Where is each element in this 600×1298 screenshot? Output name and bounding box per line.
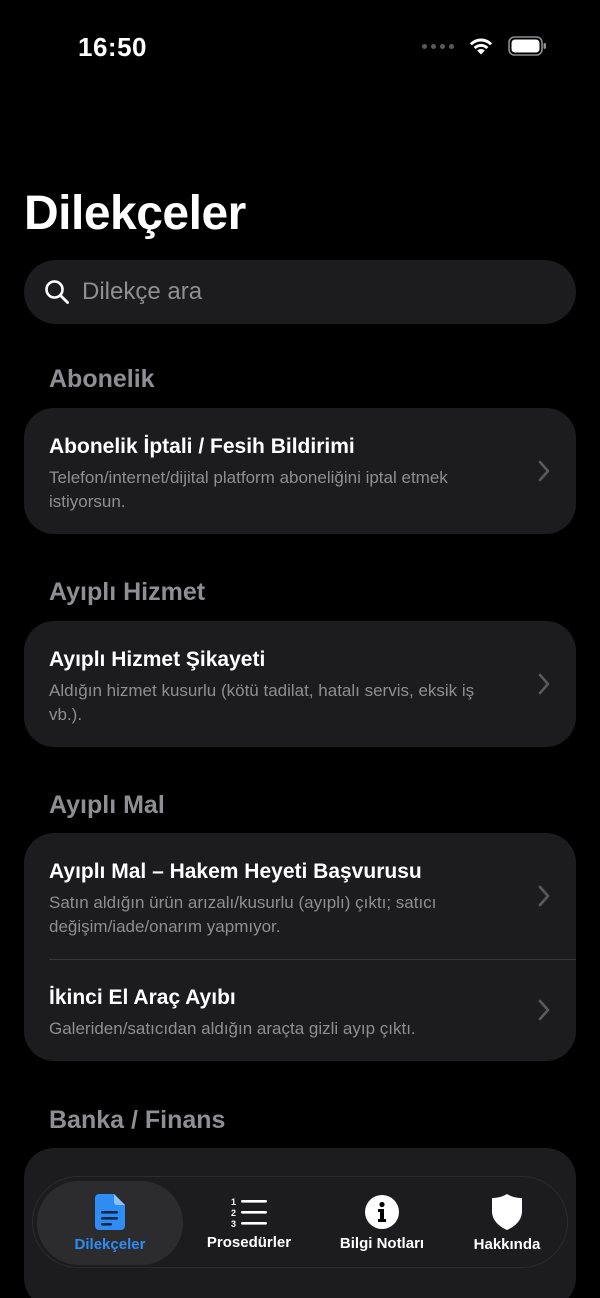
list-item-subtitle: Satın aldığın ürün arızalı/kusurlu (ayıp… [49, 893, 437, 936]
list-item-subtitle: Telefon/internet/dijital platform abonel… [49, 468, 448, 511]
list-item[interactable]: İkinci El Araç Ayıbı Galeriden/satıcıdan… [24, 959, 576, 1061]
list-item-subtitle: Aldığın hizmet kusurlu (kötü tadilat, ha… [49, 681, 475, 724]
section-header-abonelik: Abonelik [49, 365, 155, 393]
tab-label: Hakkında [473, 1235, 541, 1253]
tab-hakkinda[interactable]: Hakkında [449, 1181, 565, 1265]
svg-text:2: 2 [231, 1208, 236, 1218]
list-item-title: Ayıplı Mal – Hakem Heyeti Başvurusu [49, 860, 422, 883]
tab-dilekceler[interactable]: Dilekçeler [37, 1181, 183, 1265]
section-header-ayipli-hizmet: Ayıplı Hizmet [49, 578, 206, 606]
chevron-right-icon [538, 673, 550, 695]
tab-bilgi-notlari[interactable]: Bilgi Notları [315, 1181, 449, 1265]
list-item-subtitle: Galeriden/satıcıdan aldığın araçta gizli… [49, 1019, 416, 1038]
tab-label: Dilekçeler [74, 1235, 146, 1253]
tab-prosedurler[interactable]: 1 2 3 Prosedürler [183, 1181, 315, 1265]
screen: 16:50 Dilekçeler Abonelik [0, 0, 600, 1298]
section-header-banka-finans: Banka / Finans [49, 1106, 226, 1134]
page-title: Dilekçeler [24, 187, 246, 240]
chevron-right-icon [538, 999, 550, 1021]
section-header-ayipli-mal: Ayıplı Mal [49, 791, 165, 819]
tab-label: Prosedürler [206, 1233, 292, 1251]
shield-icon [492, 1193, 522, 1230]
search-bar[interactable] [24, 260, 576, 324]
status-time: 16:50 [78, 32, 147, 62]
cellular-signal-icon [422, 43, 454, 49]
list-item-title: İkinci El Araç Ayıbı [49, 986, 236, 1009]
list-item[interactable]: Abonelik İptali / Fesih Bildirimi Telefo… [24, 408, 576, 534]
status-icons [422, 36, 548, 56]
list-item[interactable]: Ayıplı Mal – Hakem Heyeti Başvurusu Satı… [24, 833, 576, 959]
tab-bar: Dilekçeler 1 2 3 Prosedürler Bilgi Notla… [32, 1176, 568, 1268]
svg-text:1: 1 [231, 1197, 236, 1207]
svg-text:3: 3 [231, 1219, 236, 1228]
list-item-title: Abonelik İptali / Fesih Bildirimi [49, 435, 355, 458]
chevron-right-icon [538, 460, 550, 482]
document-icon [95, 1193, 125, 1230]
info-icon [365, 1194, 399, 1229]
section-card-ayipli-mal: Ayıplı Mal – Hakem Heyeti Başvurusu Satı… [24, 833, 576, 1061]
battery-icon [508, 36, 546, 56]
numbered-list-icon: 1 2 3 [231, 1197, 267, 1228]
tab-label: Bilgi Notları [339, 1234, 425, 1252]
section-card-ayipli-hizmet: Ayıplı Hizmet Şikayeti Aldığın hizmet ku… [24, 621, 576, 747]
list-item-title: Ayıplı Hizmet Şikayeti [49, 648, 266, 671]
status-bar: 16:50 [0, 0, 600, 96]
wifi-icon [469, 38, 493, 55]
search-input[interactable] [82, 278, 522, 306]
section-card-abonelik: Abonelik İptali / Fesih Bildirimi Telefo… [24, 408, 576, 534]
search-icon [45, 280, 69, 304]
chevron-right-icon [538, 885, 550, 907]
list-item[interactable]: Ayıplı Hizmet Şikayeti Aldığın hizmet ku… [24, 621, 576, 747]
